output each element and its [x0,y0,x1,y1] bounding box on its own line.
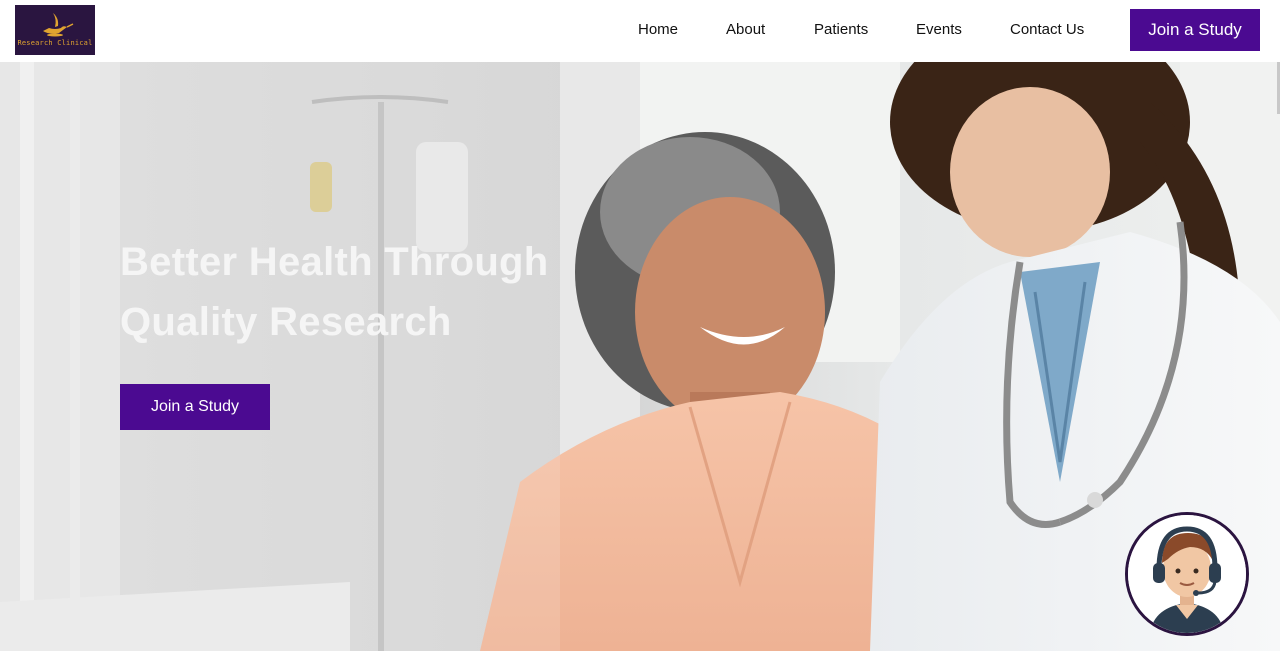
site-logo[interactable]: Research Clinical [15,5,95,55]
hero-title-line-2: Quality Research [120,300,452,344]
hero-join-study-button[interactable]: Join a Study [120,384,270,430]
hero-section: Better Health Through Quality Research J… [0,62,1280,651]
logo-text: Research Clinical [17,39,93,47]
nav-home[interactable]: Home [638,21,678,38]
nav-patients[interactable]: Patients [814,21,868,38]
hero-title-line-1: Better Health Through [120,240,549,284]
header-join-study-button[interactable]: Join a Study [1130,9,1260,51]
support-chat-button[interactable] [1125,512,1249,636]
nav-about[interactable]: About [726,21,765,38]
nav-events[interactable]: Events [916,21,962,38]
hero-photo [0,62,1280,651]
nav-contact-us[interactable]: Contact Us [1010,21,1084,38]
site-header: Research Clinical Home About Patients Ev… [0,0,1280,62]
support-agent-headset-icon [1128,515,1246,633]
hero-title: Better Health Through Quality Research [120,232,600,352]
genie-lamp-icon [15,5,95,55]
